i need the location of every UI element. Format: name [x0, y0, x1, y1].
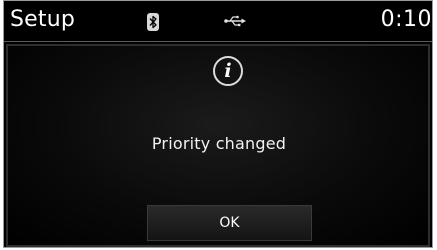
clock: 0:10: [380, 7, 432, 32]
setup-screen: Setup 0:10 i Priority changed OK: [3, 0, 433, 248]
status-bar: Setup 0:10: [4, 1, 432, 41]
screen-title: Setup: [10, 7, 76, 32]
ok-button[interactable]: OK: [147, 205, 312, 241]
bluetooth-icon: [147, 13, 159, 31]
status-divider: [4, 41, 432, 42]
usb-icon: [224, 15, 246, 27]
info-icon: i: [213, 56, 243, 86]
dialog-message: Priority changed: [151, 134, 287, 153]
